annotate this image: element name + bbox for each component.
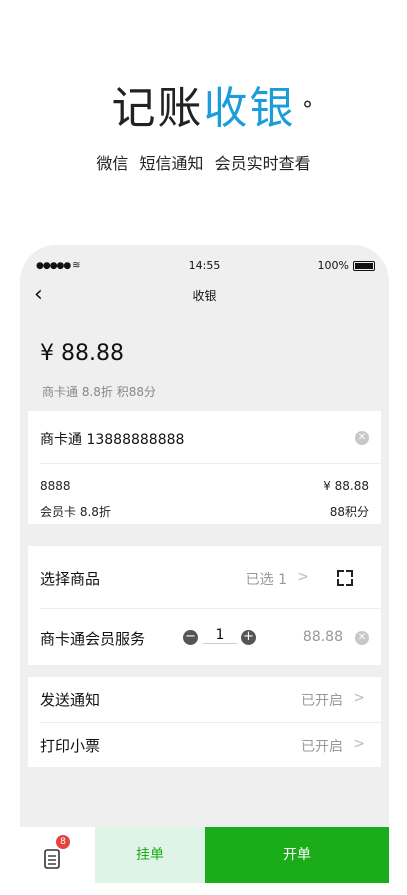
print-status[interactable]: 已开启 (301, 736, 343, 756)
decrease-button[interactable]: − (183, 630, 198, 645)
promo-subtitle: 微信 短信通知 会员实时查看 (96, 154, 311, 173)
card-points: 88积分 (329, 505, 369, 519)
member-name: 商卡通 13888888888 (40, 432, 185, 448)
goods-card: 选择商品 已选 1 > 商卡通会员服务 − 1 + 88.88 ✕ (28, 546, 381, 665)
status-bar: ●●●●● ≋ 14:55 100% (20, 259, 389, 275)
discount-note: 商卡通 8.8折 积88分 (42, 385, 156, 399)
print-receipt-label[interactable]: 打印小票 (40, 735, 100, 756)
card-price: ¥ 88.88 (323, 479, 369, 493)
service-price: 88.88 (302, 629, 343, 645)
select-goods-label[interactable]: 选择商品 (40, 568, 100, 589)
bottom-bar: 8 挂单 开单 (20, 827, 389, 895)
quantity-input[interactable]: 1 (203, 627, 237, 644)
divider (40, 463, 381, 464)
page-title: 收银 (192, 289, 217, 303)
nav-bar: ‹ 收银 (20, 281, 389, 311)
send-notify-label[interactable]: 发送通知 (40, 689, 100, 710)
order-list-button[interactable]: 8 (20, 827, 95, 883)
promo-title-dark: 记账 (111, 83, 204, 134)
receipt-icon (44, 849, 60, 869)
remove-item-icon[interactable]: ✕ (355, 631, 369, 645)
service-name: 商卡通会员服务 (40, 630, 146, 648)
card-type: 会员卡 8.8折 (40, 505, 111, 519)
divider (40, 608, 381, 609)
open-order-button[interactable]: 开单 (205, 827, 389, 883)
divider (40, 722, 381, 723)
selected-count[interactable]: 已选 1 (246, 569, 287, 589)
hold-order-button[interactable]: 挂单 (95, 827, 205, 883)
scan-icon[interactable] (337, 570, 353, 586)
promo-title-mark: ° (302, 98, 315, 123)
increase-button[interactable]: + (241, 630, 256, 645)
battery-status: 100% (318, 259, 375, 272)
phone-screen: ●●●●● ≋ 14:55 100% ‹ 收银 ¥ 88.88 商卡通 8.8折… (20, 245, 389, 895)
promo-title-accent: 收银 (203, 83, 296, 134)
payment-amount: ¥ 88.88 (40, 341, 124, 366)
clear-member-icon[interactable]: ✕ (355, 431, 369, 445)
member-card: 商卡通 13888888888 ✕ 8888 ¥ 88.88 会员卡 8.8折 … (28, 411, 381, 524)
notify-status[interactable]: 已开启 (301, 690, 343, 710)
order-count-badge: 8 (56, 835, 70, 849)
promo-title: 记账收银 ° (0, 82, 407, 136)
chevron-right-icon[interactable]: > (297, 569, 309, 585)
battery-icon (353, 260, 375, 271)
chevron-right-icon[interactable]: > (353, 736, 365, 752)
battery-text: 100% (317, 259, 349, 272)
settings-card: 发送通知 已开启 > 打印小票 已开启 > (28, 677, 381, 767)
card-number: 8888 (40, 479, 71, 493)
chevron-right-icon[interactable]: > (353, 690, 365, 706)
